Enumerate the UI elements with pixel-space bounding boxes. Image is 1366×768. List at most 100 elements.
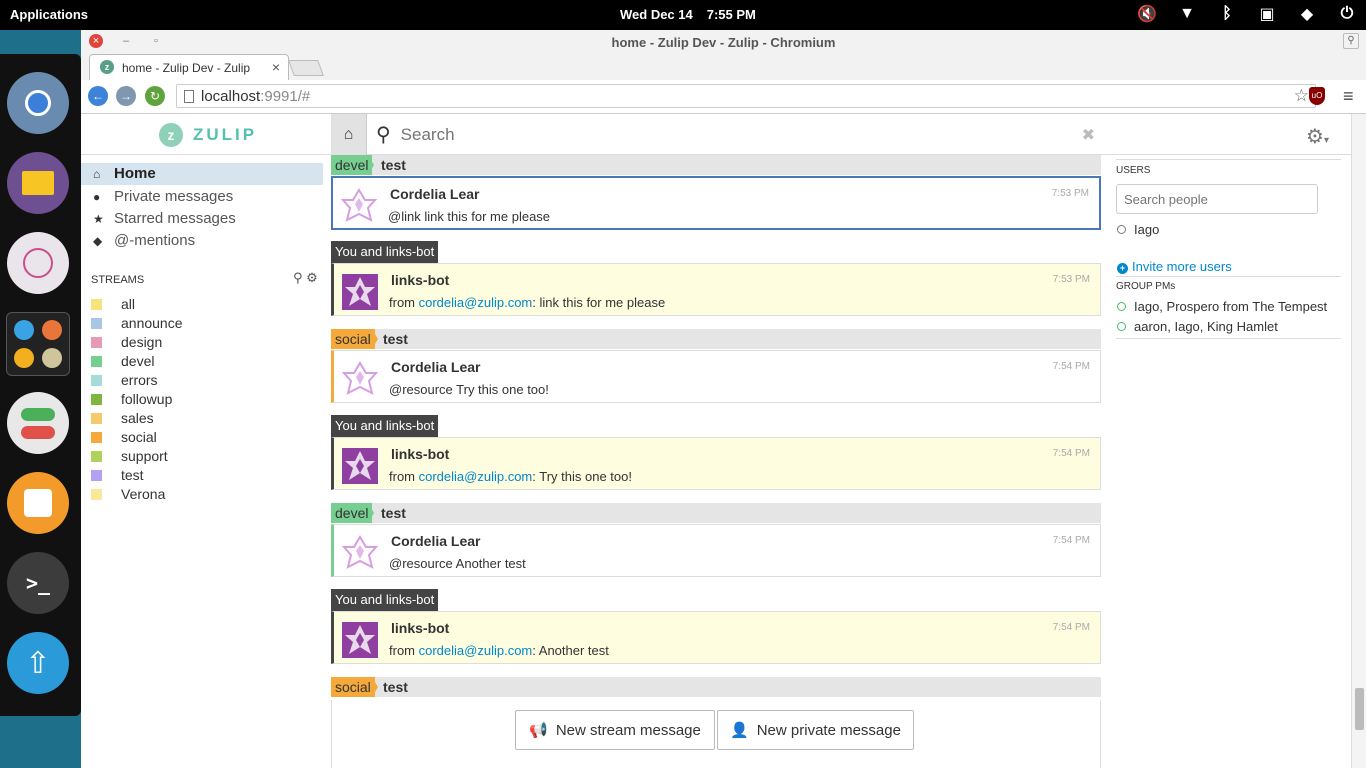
search-input[interactable] xyxy=(400,124,1051,145)
email-link[interactable]: cordelia@zulip.com xyxy=(419,295,533,310)
browser-menu-icon[interactable]: ≡ xyxy=(1343,86,1354,107)
group-pm-item[interactable]: aaron, Iago, King Hamlet xyxy=(1117,319,1278,334)
stream-search-icon[interactable]: ⚲ xyxy=(293,270,303,285)
user-list-item[interactable]: Iago xyxy=(1117,222,1159,237)
recipient-bar[interactable]: devel test xyxy=(331,503,1101,523)
recipient-topic[interactable]: test xyxy=(383,329,408,349)
stream-item-followup[interactable]: followup xyxy=(91,390,172,409)
recipient-stream-name[interactable]: social xyxy=(331,677,375,697)
search-people-input[interactable] xyxy=(1116,184,1318,214)
recipient-topic[interactable]: test xyxy=(381,155,406,175)
pm-recipient-label[interactable]: You and links-bot xyxy=(331,589,439,611)
atom-icon[interactable] xyxy=(7,232,69,294)
new-tab-button[interactable] xyxy=(288,60,324,76)
search-icon[interactable]: ⚲ xyxy=(376,122,391,147)
stream-item-verona[interactable]: Verona xyxy=(91,485,165,504)
clock[interactable]: Wed Dec 14 7:55 PM xyxy=(620,7,770,22)
new-stream-message-button[interactable]: 📢 New stream message xyxy=(515,710,715,750)
stream-item-test[interactable]: test xyxy=(91,466,144,485)
new-private-message-button[interactable]: 👤 New private message xyxy=(717,710,914,750)
links-bot-avatar[interactable] xyxy=(342,274,378,310)
recipient-stream-name[interactable]: devel xyxy=(331,155,373,175)
stream-name: errors xyxy=(121,372,158,388)
links-bot-avatar[interactable] xyxy=(342,448,378,484)
app-grid-icon[interactable] xyxy=(6,312,70,376)
message-row[interactable]: links-bot 7:54 PM from cordelia@zulip.co… xyxy=(331,611,1101,664)
terminal-icon[interactable]: >_ xyxy=(7,552,69,614)
zulip-brand[interactable]: z ZULIP xyxy=(159,123,257,147)
stream-item-support[interactable]: support xyxy=(91,447,168,466)
message-sender[interactable]: links-bot xyxy=(391,446,449,462)
message-row[interactable]: links-bot 7:53 PM from cordelia@zulip.co… xyxy=(331,263,1101,316)
files-icon[interactable] xyxy=(7,152,69,214)
invite-more-users-link[interactable]: + Invite more users xyxy=(1117,259,1232,274)
settings-gear-icon[interactable]: ⚙▾ xyxy=(1306,124,1329,149)
notification-bell-icon[interactable]: ◆ xyxy=(1298,4,1316,24)
recipient-topic[interactable]: test xyxy=(381,503,406,523)
wifi-icon[interactable]: ▼ xyxy=(1178,4,1196,24)
stream-item-devel[interactable]: devel xyxy=(91,352,154,371)
close-tab-icon[interactable]: × xyxy=(272,59,280,75)
bluetooth-icon[interactable]: ᛒ xyxy=(1218,4,1236,24)
recipient-bar-pm[interactable]: You and links-bot xyxy=(331,589,1101,611)
message-sender[interactable]: Cordelia Lear xyxy=(391,533,480,549)
recipient-bar[interactable]: social test xyxy=(331,677,1101,697)
nav-mentions[interactable]: ◆ @-mentions xyxy=(81,230,323,252)
recipient-bar[interactable]: devel test xyxy=(331,155,1101,175)
pm-recipient-label[interactable]: You and links-bot xyxy=(331,415,439,437)
message-sender[interactable]: links-bot xyxy=(391,272,449,288)
software-center-icon[interactable] xyxy=(7,472,69,534)
recipient-stream-name[interactable]: devel xyxy=(331,503,373,523)
stream-item-announce[interactable]: announce xyxy=(91,314,183,333)
recipient-topic[interactable]: test xyxy=(383,677,408,697)
stream-item-all[interactable]: all xyxy=(91,295,135,314)
message-row[interactable]: Cordelia Lear 7:54 PM @resource Another … xyxy=(331,524,1101,577)
bookmark-star-icon[interactable]: ☆ xyxy=(1294,86,1309,106)
pm-recipient-label[interactable]: You and links-bot xyxy=(331,241,439,263)
profile-icon[interactable]: ⚲ xyxy=(1343,33,1359,49)
page-scrollbar[interactable] xyxy=(1351,114,1366,768)
chromium-icon[interactable] xyxy=(7,72,69,134)
cordelia-avatar[interactable] xyxy=(342,535,378,571)
group-pm-item[interactable]: Iago, Prospero from The Tempest xyxy=(1117,299,1327,314)
message-row[interactable]: Cordelia Lear 7:54 PM @resource Try this… xyxy=(331,350,1101,403)
browser-tab[interactable]: z home - Zulip Dev - Zulip × xyxy=(89,54,289,80)
clipboard-icon[interactable]: ▣ xyxy=(1258,4,1276,24)
message-sender[interactable]: Cordelia Lear xyxy=(391,359,480,375)
power-icon[interactable]: ⏻ xyxy=(1338,4,1356,24)
search-clear-icon[interactable]: ✖ xyxy=(1082,125,1095,145)
back-icon[interactable]: ← xyxy=(88,86,108,106)
toggle-settings-icon[interactable] xyxy=(7,392,69,454)
nav-private-messages[interactable]: ● Private messages xyxy=(81,186,323,208)
links-bot-avatar[interactable] xyxy=(342,622,378,658)
recipient-stream-name[interactable]: social xyxy=(331,329,375,349)
ublock-extension-icon[interactable]: uO xyxy=(1309,87,1325,105)
recipient-bar-pm[interactable]: You and links-bot xyxy=(331,241,1101,263)
scrollbar-thumb[interactable] xyxy=(1355,688,1364,730)
email-link[interactable]: cordelia@zulip.com xyxy=(419,643,533,658)
nav-starred-messages[interactable]: ★ Starred messages xyxy=(81,208,323,230)
recipient-bar[interactable]: social test xyxy=(331,329,1101,349)
applications-menu[interactable]: Applications xyxy=(10,7,88,22)
update-manager-icon[interactable]: ⇧ xyxy=(7,632,69,694)
address-bar[interactable]: localhost:9991/# ☆ xyxy=(176,84,1316,108)
page-info-icon[interactable] xyxy=(184,90,194,103)
recipient-bar-pm[interactable]: You and links-bot xyxy=(331,415,1101,437)
stream-item-sales[interactable]: sales xyxy=(91,409,154,428)
stream-item-design[interactable]: design xyxy=(91,333,162,352)
forward-icon[interactable]: → xyxy=(116,86,136,106)
stream-item-social[interactable]: social xyxy=(91,428,157,447)
message-sender[interactable]: links-bot xyxy=(391,620,449,636)
email-link[interactable]: cordelia@zulip.com xyxy=(419,469,533,484)
home-button[interactable]: ⌂ xyxy=(331,114,367,155)
cordelia-avatar[interactable] xyxy=(342,361,378,397)
stream-settings-gear-icon[interactable]: ⚙ xyxy=(306,270,318,285)
nav-home[interactable]: ⌂ Home xyxy=(81,163,323,185)
reload-icon[interactable]: ↻ xyxy=(145,86,165,106)
message-sender[interactable]: Cordelia Lear xyxy=(390,186,479,202)
message-row[interactable]: Cordelia Lear 7:53 PM @link link this fo… xyxy=(331,176,1101,230)
volume-muted-icon[interactable]: 🔇 xyxy=(1137,4,1157,24)
message-row[interactable]: links-bot 7:54 PM from cordelia@zulip.co… xyxy=(331,437,1101,490)
stream-item-errors[interactable]: errors xyxy=(91,371,158,390)
cordelia-avatar[interactable] xyxy=(341,188,377,224)
